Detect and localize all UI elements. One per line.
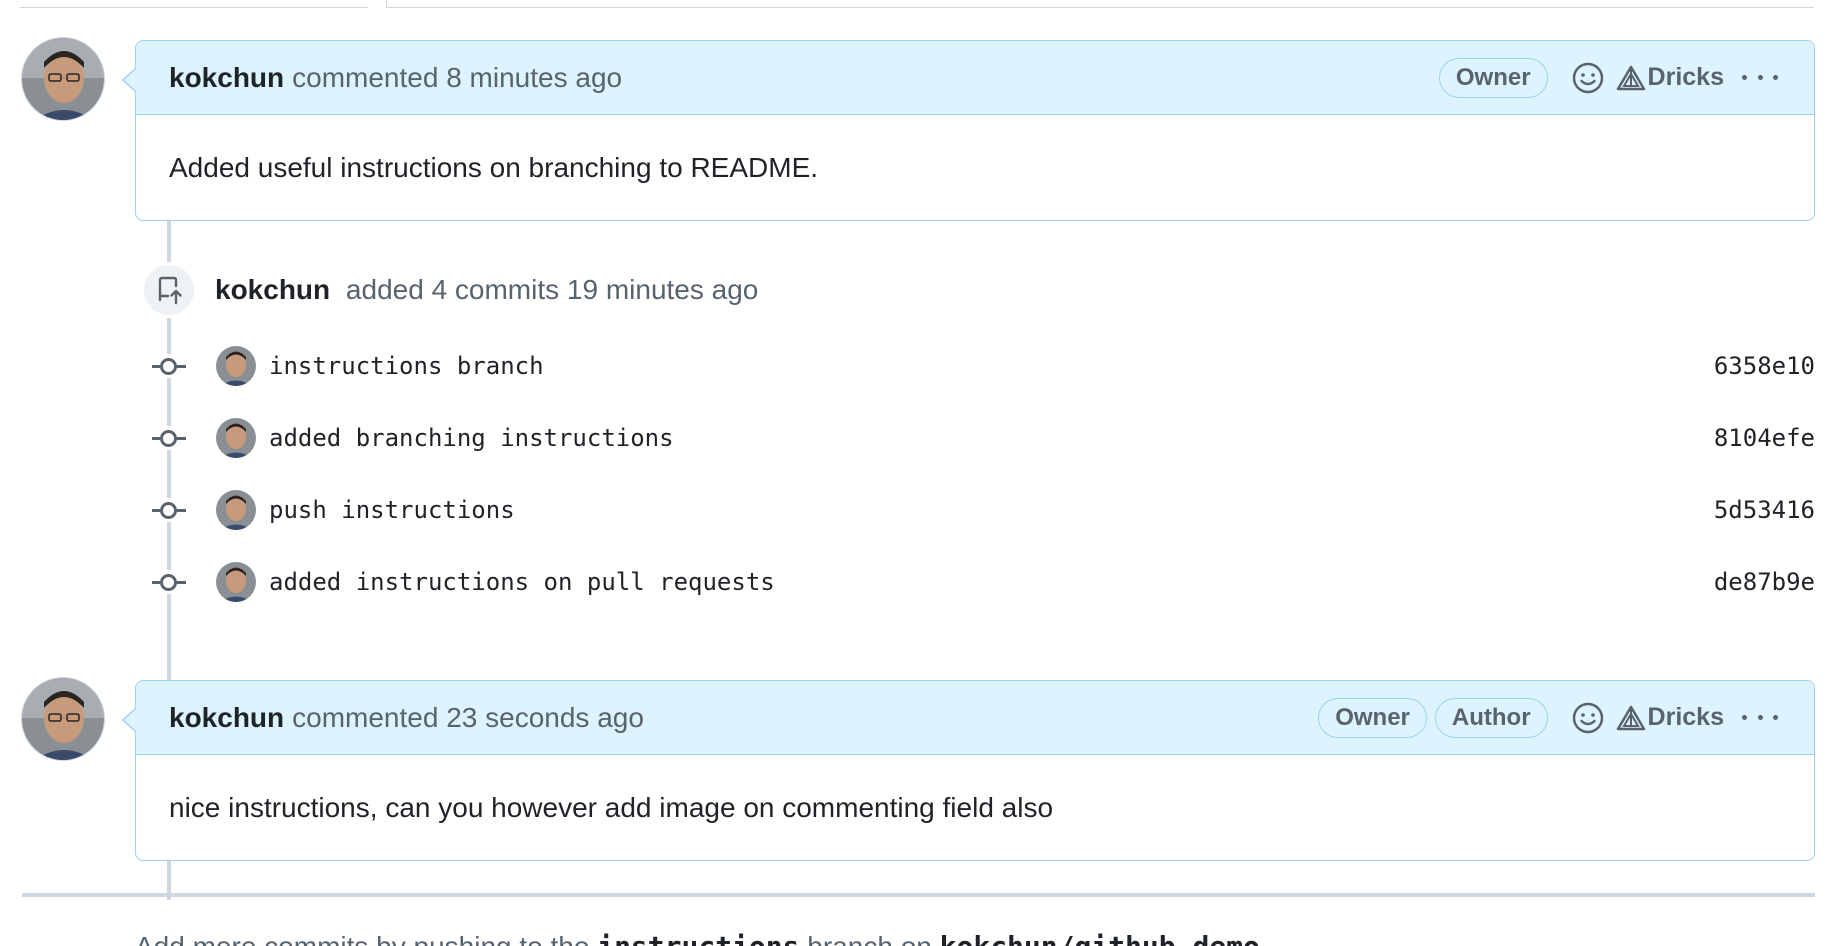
commit-message[interactable]: push instructions bbox=[269, 496, 515, 524]
comment-timestamp[interactable]: commented 8 minutes ago bbox=[292, 62, 622, 94]
commit-sha[interactable]: de87b9e bbox=[1714, 568, 1815, 596]
timeline-end-rule bbox=[22, 893, 1815, 897]
push-event-text: kokchun added 4 commits 19 minutes ago bbox=[215, 274, 758, 306]
commit-message[interactable]: added instructions on pull requests bbox=[269, 568, 775, 596]
triangle-logo-icon bbox=[1616, 705, 1645, 730]
git-commit-icon bbox=[150, 570, 188, 594]
owner-badge: Owner bbox=[1438, 57, 1548, 98]
commit-row: push instructions 5d53416 bbox=[150, 488, 1815, 532]
comment-author[interactable]: kokchun bbox=[169, 62, 284, 94]
git-commit-icon bbox=[150, 354, 188, 378]
dricks-button[interactable]: Dricks bbox=[1616, 63, 1724, 92]
commit-avatar[interactable] bbox=[216, 562, 256, 602]
kebab-horizontal-icon[interactable] bbox=[1742, 708, 1778, 728]
commit-avatar[interactable] bbox=[216, 418, 256, 458]
dricks-label: Dricks bbox=[1647, 63, 1724, 91]
git-commit-icon bbox=[150, 426, 188, 450]
comment-author[interactable]: kokchun bbox=[169, 702, 284, 734]
avatar-photo bbox=[22, 678, 104, 760]
commit-sha[interactable]: 8104efe bbox=[1714, 424, 1815, 452]
kebab-horizontal-icon[interactable] bbox=[1742, 68, 1778, 88]
owner-badge: Owner bbox=[1318, 697, 1427, 738]
footer-text: branch on bbox=[800, 931, 940, 946]
repo-push-icon bbox=[141, 262, 197, 318]
smiley-icon[interactable] bbox=[1570, 60, 1606, 96]
tab-edge-left bbox=[20, 0, 368, 8]
comment-timestamp[interactable]: commented 23 seconds ago bbox=[292, 702, 644, 734]
comment-body: Added useful instructions on branching t… bbox=[169, 151, 819, 183]
smiley-icon[interactable] bbox=[1570, 700, 1606, 736]
dricks-button[interactable]: Dricks bbox=[1616, 703, 1724, 732]
comment-card: kokchun commented 8 minutes ago Owner Dr… bbox=[122, 40, 1815, 221]
footer-hint: Add more commits by pushing to the instr… bbox=[135, 930, 1260, 946]
commit-sha[interactable]: 6358e10 bbox=[1714, 352, 1815, 380]
comment-header: kokchun commented 8 minutes ago Owner Dr… bbox=[122, 41, 1814, 115]
avatar[interactable] bbox=[21, 677, 105, 761]
git-commit-icon bbox=[150, 498, 188, 522]
commit-sha[interactable]: 5d53416 bbox=[1714, 496, 1815, 524]
branch-name[interactable]: instructions bbox=[597, 930, 799, 946]
commit-message[interactable]: instructions branch bbox=[269, 352, 544, 380]
tab-edge-right bbox=[386, 0, 1814, 8]
comment-actions: Owner Dricks bbox=[1431, 57, 1778, 98]
comment-card: kokchun commented 23 seconds ago Owner A… bbox=[122, 680, 1815, 861]
avatar[interactable] bbox=[21, 37, 105, 121]
push-author[interactable]: kokchun bbox=[215, 274, 330, 305]
footer-text: Add more commits by pushing to the bbox=[135, 931, 597, 946]
triangle-logo-icon bbox=[1616, 65, 1645, 90]
commit-row: added branching instructions 8104efe bbox=[150, 416, 1815, 460]
comment-body: nice instructions, can you however add i… bbox=[169, 791, 1054, 823]
repo-name[interactable]: kokchun/github-demo bbox=[940, 930, 1260, 946]
commit-message[interactable]: added branching instructions bbox=[269, 424, 674, 452]
commit-avatar[interactable] bbox=[216, 346, 256, 386]
avatar-photo bbox=[22, 38, 104, 120]
comment-header: kokchun commented 23 seconds ago Owner A… bbox=[122, 681, 1814, 755]
tab-border bbox=[20, 0, 1814, 8]
push-summary[interactable]: added 4 commits 19 minutes ago bbox=[346, 274, 758, 305]
push-event: kokchun added 4 commits 19 minutes ago bbox=[141, 262, 758, 318]
commit-row: added instructions on pull requests de87… bbox=[150, 560, 1815, 604]
commit-avatar[interactable] bbox=[216, 490, 256, 530]
author-badge: Author bbox=[1434, 697, 1548, 738]
dricks-label: Dricks bbox=[1647, 703, 1724, 731]
commit-row: instructions branch 6358e10 bbox=[150, 344, 1815, 388]
comment-actions: Owner Author Dricks bbox=[1310, 697, 1778, 738]
